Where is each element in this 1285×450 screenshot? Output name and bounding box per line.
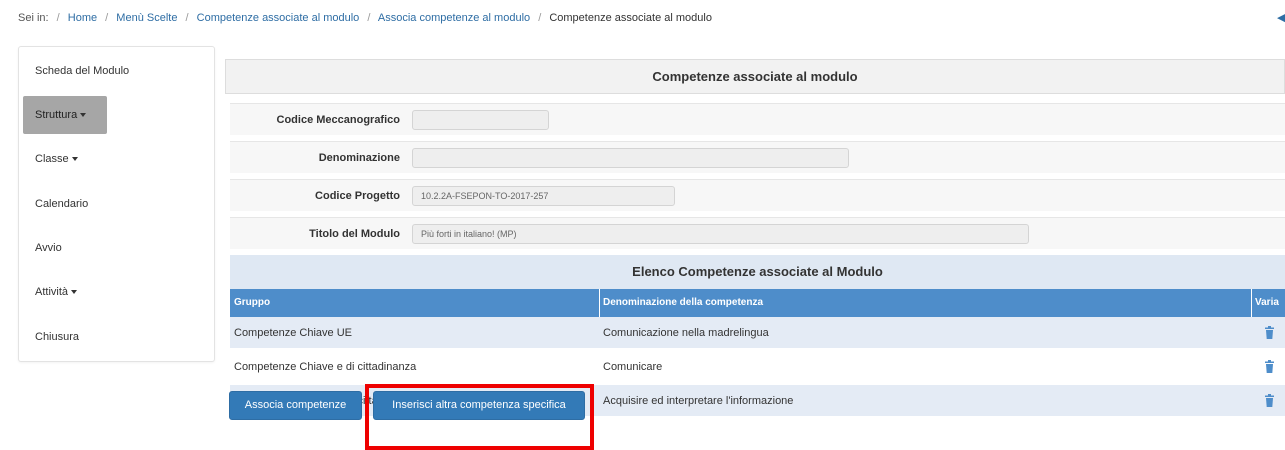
- cell-gruppo: Competenze Chiave e di cittadinanza: [234, 361, 417, 373]
- caret-down-icon: [80, 113, 87, 118]
- sidebar-item-avvio[interactable]: Avvio: [23, 229, 107, 267]
- breadcrumb-prefix: Sei in:: [18, 12, 49, 24]
- cell-competenza: Comunicare: [603, 361, 663, 373]
- form-row-codice-progetto: Codice Progetto 10.2.2A-FSEPON-TO-2017-2…: [230, 179, 1285, 211]
- breadcrumb-home-link[interactable]: Home: [68, 12, 97, 24]
- codice-progetto-label: Codice Progetto: [315, 190, 400, 202]
- breadcrumb-separator: /: [105, 12, 109, 24]
- denominazione-label: Denominazione: [318, 152, 400, 164]
- titolo-modulo-field: Più forti in italiano! (MP): [412, 224, 1029, 244]
- trash-icon[interactable]: [1265, 394, 1274, 407]
- panel-title: Competenze associate al modulo: [225, 59, 1285, 94]
- sidebar-item-label: Scheda del Modulo: [35, 65, 130, 77]
- sidebar-item-attivita[interactable]: Attività: [23, 273, 107, 311]
- sidebar-item-label: Calendario: [35, 198, 89, 210]
- breadcrumb-separator: /: [185, 12, 189, 24]
- sidebar-item-struttura[interactable]: Struttura: [23, 96, 107, 134]
- breadcrumb-separator: /: [367, 12, 371, 24]
- caret-down-icon: [71, 157, 78, 162]
- associa-competenze-button[interactable]: Associa competenze: [229, 391, 362, 420]
- trash-icon[interactable]: [1265, 326, 1274, 339]
- sidebar-item-label: Classe: [35, 153, 69, 165]
- breadcrumb-separator: /: [538, 12, 542, 24]
- caret-down-icon: [71, 290, 78, 295]
- sidebar-item-label: Attività: [35, 286, 69, 298]
- table-row: Competenze Chiave UE Comunicazione nella…: [230, 317, 1285, 349]
- sidebar-item-calendario[interactable]: Calendario: [23, 185, 107, 223]
- codice-meccanografico-field: [412, 110, 549, 130]
- codice-progetto-field: 10.2.2A-FSEPON-TO-2017-257: [412, 186, 675, 206]
- back-arrow-icon[interactable]: ◀: [1277, 11, 1285, 23]
- form-row-denominazione: Denominazione: [230, 141, 1285, 173]
- breadcrumb-separator: /: [56, 12, 60, 24]
- sidebar-item-classe[interactable]: Classe: [23, 140, 107, 178]
- denominazione-field: [412, 148, 849, 168]
- breadcrumb-associa-link[interactable]: Associa competenze al modulo: [378, 12, 530, 24]
- sidebar-menu: Scheda del Modulo Struttura Classe Calen…: [18, 46, 215, 362]
- sidebar-item-scheda-modulo[interactable]: Scheda del Modulo: [23, 52, 129, 90]
- form-row-codice-meccanografico: Codice Meccanografico: [230, 103, 1285, 135]
- sidebar-item-label: Chiusura: [35, 331, 80, 343]
- inserisci-competenza-button[interactable]: Inserisci altra competenza specifica: [373, 391, 585, 420]
- breadcrumb-current: Competenze associate al modulo: [549, 12, 712, 24]
- sidebar-item-label: Struttura: [35, 109, 78, 121]
- trash-icon[interactable]: [1265, 360, 1274, 373]
- breadcrumb: Sei in: / Home / Menù Scelte / Competenz…: [18, 12, 712, 28]
- codice-meccanografico-label: Codice Meccanografico: [276, 114, 400, 126]
- cell-gruppo: Competenze Chiave UE: [234, 327, 353, 339]
- breadcrumb-competenze-link[interactable]: Competenze associate al modulo: [197, 12, 360, 24]
- form-row-titolo-modulo: Titolo del Modulo Più forti in italiano!…: [230, 217, 1285, 249]
- competenze-list-title: Elenco Competenze associate al Modulo: [230, 255, 1285, 289]
- sidebar-item-label: Avvio: [35, 242, 62, 254]
- table-row: Competenze Chiave e di cittadinanza Comu…: [230, 351, 1285, 383]
- column-header-varia: Varia: [1255, 297, 1279, 308]
- sidebar-item-chiusura[interactable]: Chiusura: [23, 318, 107, 356]
- cell-competenza: Comunicazione nella madrelingua: [603, 327, 769, 339]
- column-header-competenza: Denominazione della competenza: [603, 297, 764, 308]
- titolo-modulo-label: Titolo del Modulo: [309, 228, 400, 240]
- breadcrumb-menu-scelte-link[interactable]: Menù Scelte: [116, 12, 177, 24]
- table-header: Gruppo Denominazione della competenza Va…: [230, 289, 1285, 317]
- column-header-gruppo: Gruppo: [234, 297, 271, 308]
- cell-competenza: Acquisire ed interpretare l'informazione: [603, 395, 794, 407]
